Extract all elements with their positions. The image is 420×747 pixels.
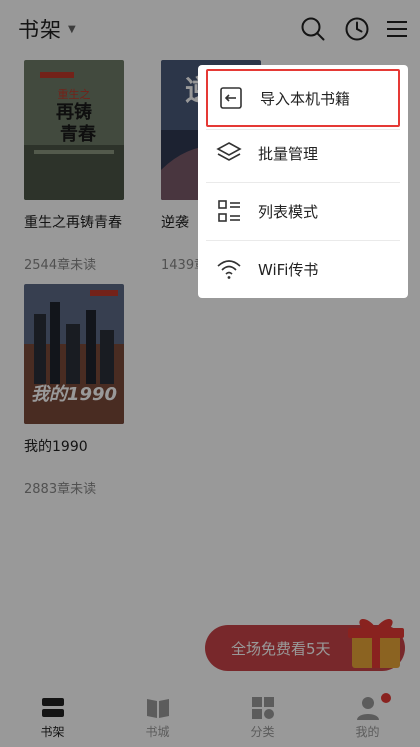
wifi-icon [217, 260, 241, 279]
menu-item-label: WiFi传书 [258, 260, 319, 279]
layers-icon [216, 142, 242, 161]
popup-menu: 导入本机书籍 批量管理 列表模式 WiFi传书 [198, 65, 408, 298]
menu-item-wifi-transfer[interactable]: WiFi传书 [206, 240, 400, 298]
list-mode-icon [218, 200, 240, 222]
menu-item-list-mode[interactable]: 列表模式 [206, 182, 400, 240]
menu-item-label: 列表模式 [258, 202, 319, 221]
menu-item-label: 导入本机书籍 [260, 89, 351, 108]
import-icon [220, 87, 242, 109]
menu-item-batch-manage[interactable]: 批量管理 [206, 124, 400, 182]
menu-item-label: 批量管理 [258, 144, 319, 163]
menu-item-import-local-books[interactable]: 导入本机书籍 [206, 69, 400, 127]
